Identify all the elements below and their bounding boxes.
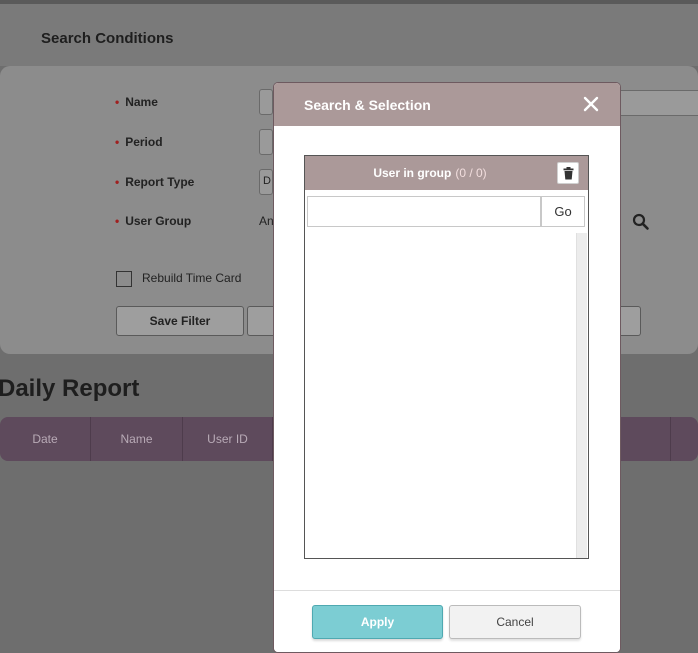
column-header-extra[interactable] [621, 417, 671, 461]
dialog-header: Search & Selection [274, 83, 620, 126]
dialog-title: Search & Selection [304, 97, 431, 113]
delete-button[interactable] [557, 162, 579, 184]
column-header-date[interactable]: Date [0, 417, 91, 461]
report-type-select[interactable]: D [259, 169, 273, 195]
user-in-group-label: User in group [373, 166, 452, 180]
filter-button-right-part[interactable] [619, 306, 641, 336]
name-label: • Name [115, 95, 158, 109]
rebuild-time-card-label: Rebuild Time Card [142, 271, 242, 285]
go-button[interactable]: Go [541, 196, 585, 227]
close-icon[interactable] [582, 95, 600, 113]
period-label: • Period [115, 135, 163, 149]
search-conditions-title: Search Conditions [41, 30, 174, 47]
save-filter-button[interactable]: Save Filter [116, 306, 244, 336]
daily-report-title: Daily Report [0, 375, 140, 402]
result-list-scrollbar[interactable] [576, 233, 587, 558]
rebuild-time-card-checkbox[interactable] [116, 271, 132, 287]
search-selection-dialog: Search & Selection User in group (0 / 0) … [273, 82, 621, 653]
user-group-value: An [259, 214, 274, 228]
user-group-label: • User Group [115, 214, 192, 228]
user-search-input[interactable] [307, 196, 541, 227]
dialog-footer: Apply Cancel [274, 590, 620, 652]
user-result-list[interactable] [307, 233, 576, 556]
search-icon[interactable] [632, 213, 650, 231]
trash-icon [563, 167, 574, 180]
secondary-filter-button[interactable] [247, 306, 275, 336]
name-input-right-part[interactable] [618, 90, 698, 116]
search-conditions-header: Search Conditions [0, 4, 698, 66]
column-header-name[interactable]: Name [91, 417, 183, 461]
user-in-group-header: User in group (0 / 0) [305, 156, 588, 190]
user-in-group-title: User in group (0 / 0) [305, 166, 555, 180]
column-header-user-id[interactable]: User ID [183, 417, 273, 461]
user-search-row: Go [307, 194, 586, 227]
period-select[interactable] [259, 129, 273, 155]
user-in-group-panel: User in group (0 / 0) Go [304, 155, 589, 559]
cancel-button[interactable]: Cancel [449, 605, 581, 639]
name-input[interactable] [259, 89, 273, 115]
report-type-label: • Report Type [115, 175, 195, 189]
user-count: (0 / 0) [455, 166, 487, 180]
apply-button[interactable]: Apply [312, 605, 443, 639]
